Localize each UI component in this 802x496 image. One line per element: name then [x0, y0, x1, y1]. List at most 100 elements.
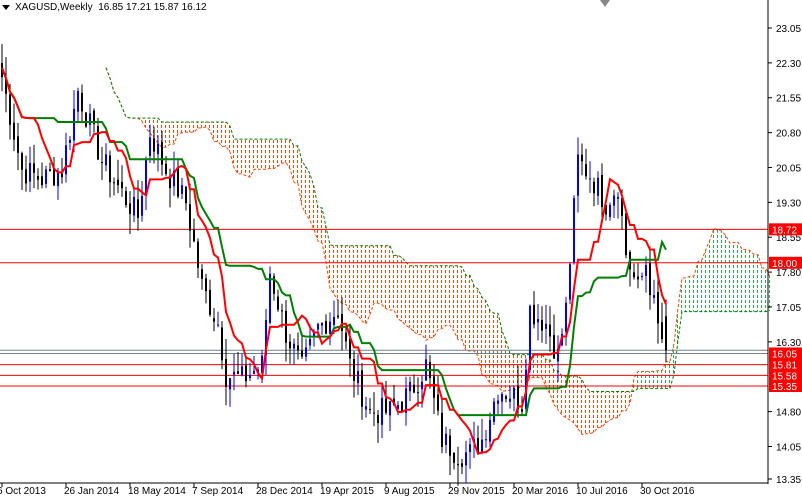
cloud-segment: [722, 231, 726, 312]
cloud-segment: [602, 391, 606, 427]
candle-body: [617, 196, 619, 199]
candle-body: [293, 343, 295, 349]
candle-body: [189, 204, 191, 231]
cloud-segment: [614, 391, 618, 418]
candle-body: [553, 335, 555, 359]
x-tick-label: 30 Oct 2016: [640, 486, 695, 496]
cloud-segment: [182, 122, 186, 133]
cloud-segment: [174, 122, 178, 145]
cloud-segment: [238, 139, 242, 174]
cloud-segment: [466, 275, 470, 351]
cloud-segment: [698, 259, 702, 312]
chart-shift-marker-icon[interactable]: [600, 0, 610, 7]
x-tick-label: 26 Jan 2014: [64, 486, 119, 496]
candle-body: [125, 191, 127, 205]
cloud-segment: [582, 379, 586, 435]
candle-body: [309, 338, 311, 346]
candle-body: [357, 370, 359, 384]
cloud-segment: [110, 78, 114, 92]
cloud-segment: [406, 262, 410, 328]
candle-body: [217, 324, 219, 326]
y-tick-label: 16.30: [776, 338, 801, 349]
cloud-segment: [742, 249, 746, 312]
cloud-segment: [366, 245, 370, 324]
candle-body: [505, 396, 507, 399]
price-chart[interactable]: 23.0522.3021.5520.8020.0519.3018.5517.80…: [0, 0, 802, 496]
candle-body: [37, 176, 39, 180]
cloud-segment: [738, 242, 742, 312]
cloud-segment: [186, 122, 190, 133]
candle-body: [377, 414, 379, 424]
cloud-segment: [330, 244, 334, 295]
candle-body: [201, 269, 203, 279]
cloud-segment: [198, 122, 202, 129]
candle-body: [25, 169, 27, 184]
cloud-segment: [422, 265, 426, 341]
cloud-segment: [562, 376, 566, 418]
cloud-segment: [390, 245, 394, 311]
candle-body: [585, 164, 587, 177]
cloud-segment: [622, 391, 626, 411]
cloud-segment: [306, 166, 310, 221]
candle-body: [533, 304, 535, 325]
cloud-segment: [362, 245, 366, 324]
candle-body: [33, 163, 35, 173]
cloud-segment: [726, 235, 730, 312]
candle-body: [665, 316, 667, 351]
candle-body: [497, 400, 499, 404]
cloud-segment: [354, 245, 358, 316]
x-tick-label: 29 Nov 2015: [448, 486, 505, 496]
cloud-segment: [446, 265, 450, 326]
candle-body: [109, 155, 111, 183]
candle-body: [205, 278, 207, 292]
cloud-segment: [294, 145, 298, 184]
cloud-segment: [462, 266, 466, 351]
candle-body: [369, 409, 371, 411]
cloud-segment: [266, 139, 270, 170]
candle-body: [661, 322, 663, 340]
candle-body: [321, 322, 323, 326]
candle-body: [469, 444, 471, 452]
candle-body: [489, 420, 491, 442]
cloud-segment: [570, 376, 574, 423]
cloud-segment: [414, 265, 418, 335]
cloud-segment: [430, 265, 434, 339]
cloud-segment: [166, 122, 170, 148]
candle-body: [645, 264, 647, 276]
candle-body: [437, 394, 439, 411]
candle-body: [345, 332, 347, 342]
candle-body: [361, 370, 363, 407]
candle-body: [353, 359, 355, 381]
y-tick-label: 21.55: [776, 94, 801, 105]
candle-body: [281, 310, 283, 312]
candle-body: [181, 185, 183, 194]
candle-body: [333, 316, 335, 326]
cloud-segment: [302, 161, 306, 214]
cloud-segment: [730, 242, 734, 312]
cloud-segment: [274, 139, 278, 169]
candle-body: [41, 176, 43, 186]
cloud-segment: [374, 245, 378, 304]
candle-body: [57, 171, 59, 187]
candle-body: [133, 196, 135, 216]
candle-body: [413, 384, 415, 393]
cloud-segment: [470, 275, 474, 351]
cloud-segment: [222, 122, 226, 147]
cloud-segment: [234, 139, 238, 174]
cloud-segment: [258, 139, 262, 170]
y-tick-label: 14.05: [776, 442, 801, 453]
candle-body: [501, 393, 503, 402]
x-tick-label: 6 Oct 2013: [0, 486, 46, 496]
candle-body: [337, 315, 339, 318]
cloud-segment: [334, 245, 338, 301]
cloud-segment: [578, 376, 582, 435]
candle-body: [149, 137, 151, 156]
candle-body: [521, 409, 523, 412]
candle-body: [409, 381, 411, 392]
y-tick-label: 14.80: [776, 408, 801, 419]
candle-body: [549, 324, 551, 337]
cloud-segment: [606, 391, 610, 423]
candle-body: [485, 439, 487, 441]
cloud-segment: [762, 267, 766, 312]
candle-body: [365, 406, 367, 410]
